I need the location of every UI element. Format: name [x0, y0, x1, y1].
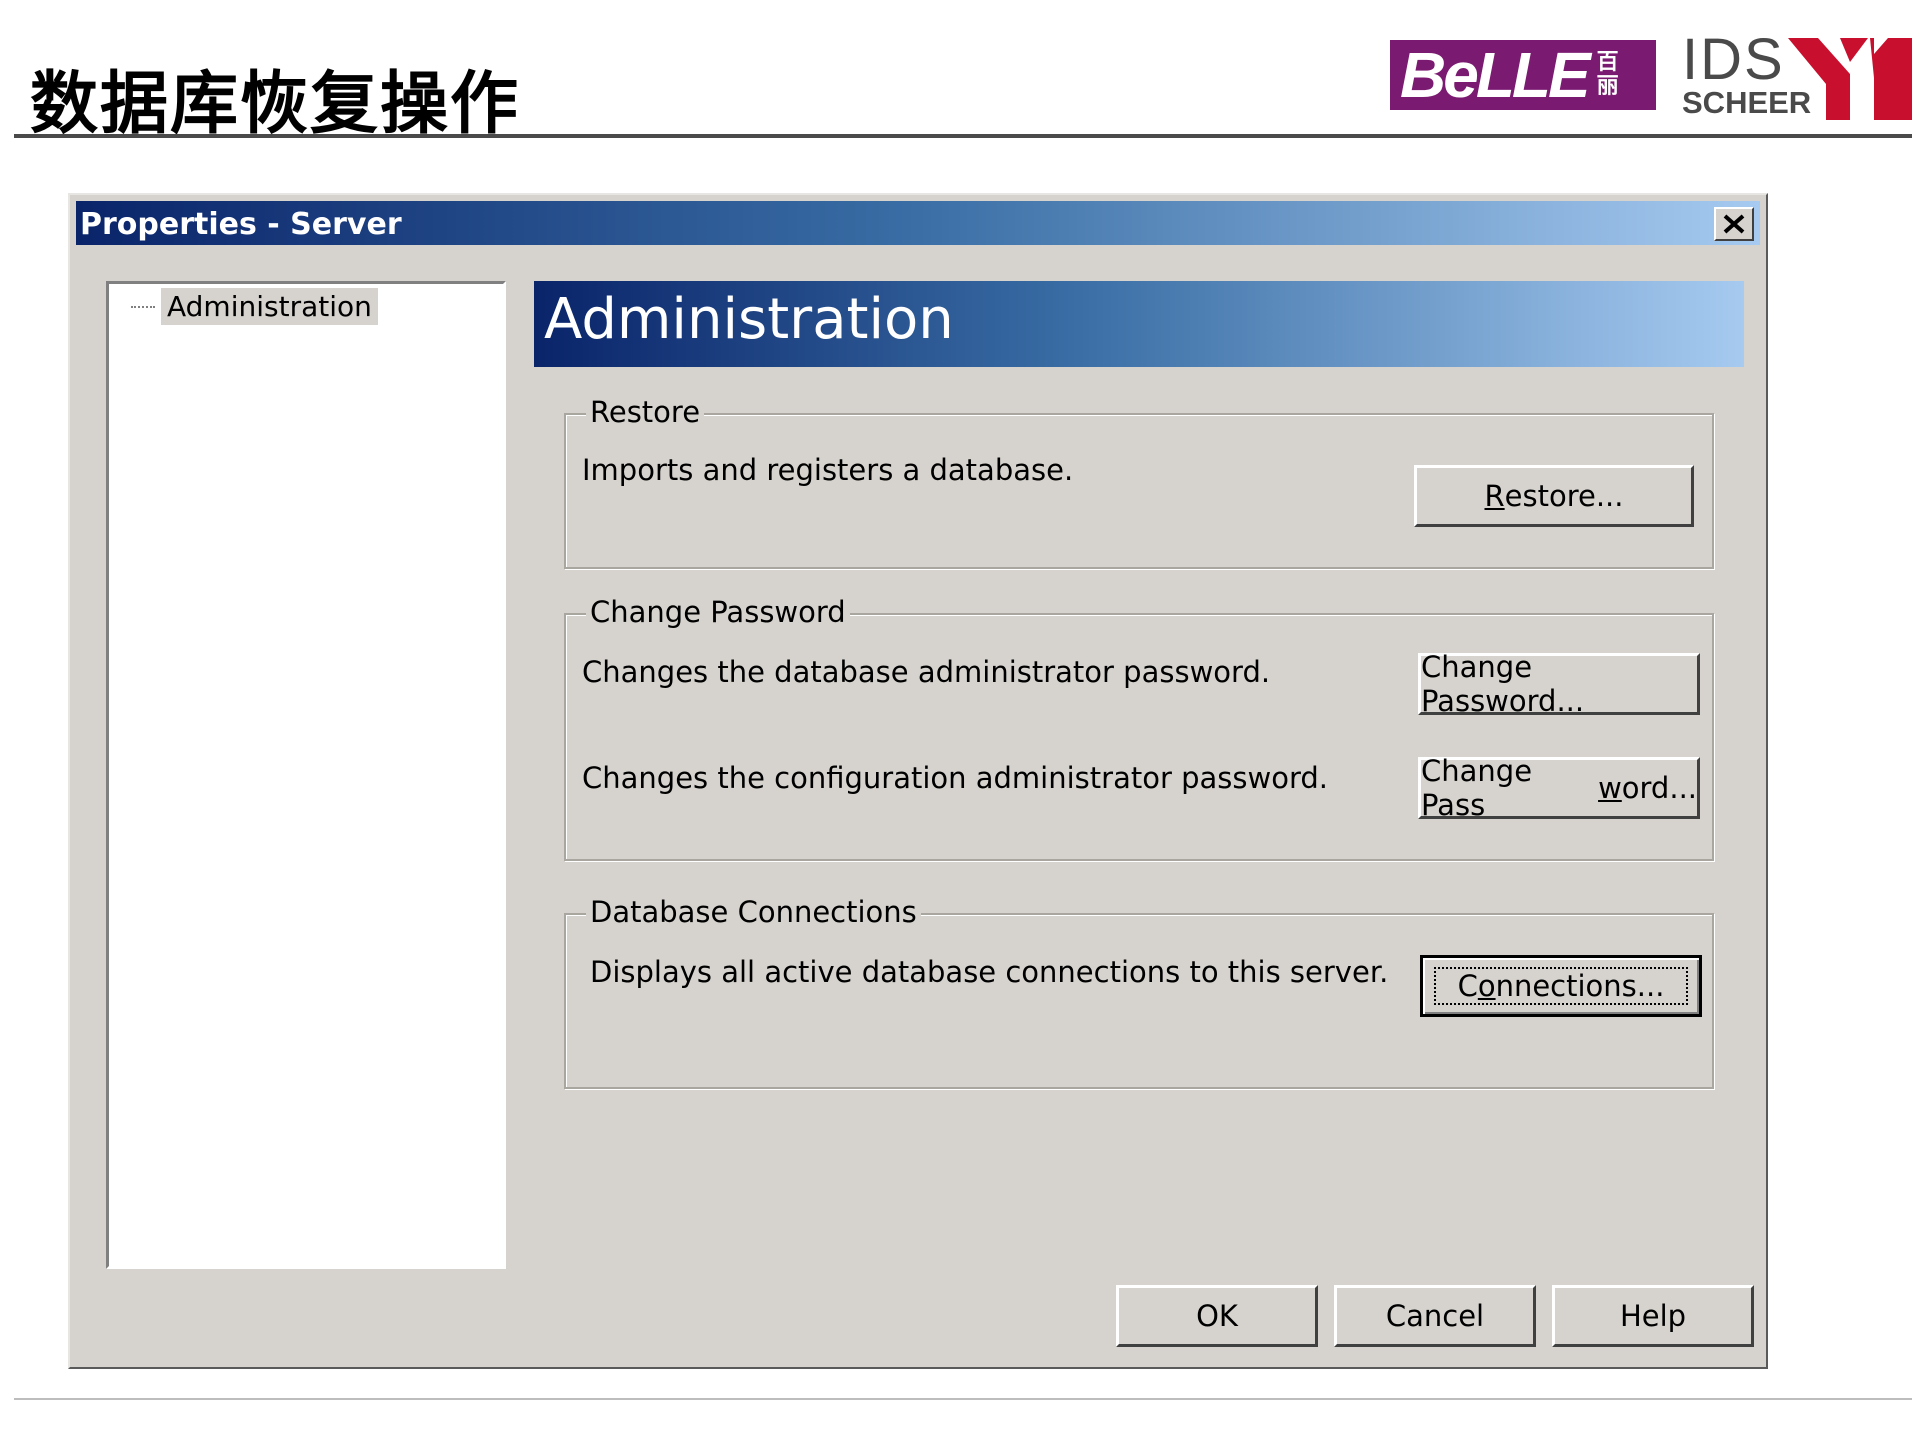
close-button[interactable] — [1714, 207, 1754, 241]
dialog-title: Properties - Server — [80, 207, 402, 242]
change-db-admin-password-button[interactable]: Change Password... — [1418, 650, 1700, 718]
connections-focus-rect: Connections... — [1433, 967, 1689, 1005]
restore-button[interactable]: Restore... — [1414, 465, 1694, 527]
connections-button-mnemonic: o — [1477, 969, 1496, 1003]
database-connections-group: Database Connections Displays all active… — [564, 895, 1714, 1089]
panel-header: Administration — [534, 281, 1744, 367]
connections-button[interactable]: Connections... — [1420, 955, 1702, 1017]
help-button[interactable]: Help — [1552, 1285, 1754, 1347]
restore-button-label: estore... — [1504, 479, 1624, 513]
database-connections-group-label: Database Connections — [586, 895, 921, 929]
header-divider — [14, 134, 1912, 138]
ids-logo-text: IDS — [1682, 27, 1785, 92]
restore-group-label: Restore — [586, 395, 705, 429]
belle-logo: BeLLE 百丽 — [1390, 39, 1656, 111]
dialog-titlebar[interactable]: Properties - Server — [76, 201, 1760, 245]
belle-logo-text: BeLLE — [1400, 39, 1591, 111]
config-password-button-prefix: Change Pass — [1421, 754, 1533, 822]
close-icon — [1723, 214, 1745, 234]
cancel-button[interactable]: Cancel — [1334, 1285, 1536, 1347]
connections-button-suffix: nnections... — [1495, 969, 1665, 1003]
config-admin-password-description: Changes the configuration administrator … — [582, 761, 1328, 795]
change-password-group-label: Change Password — [586, 595, 850, 629]
restore-button-mnemonic: R — [1484, 479, 1505, 513]
slide-title: 数据库恢复操作 — [30, 65, 521, 144]
connections-description: Displays all active database connections… — [590, 955, 1389, 989]
change-config-admin-password-button[interactable]: Change Pass w ord... — [1418, 754, 1700, 822]
properties-dialog: Properties - Server Administration Admin… — [68, 193, 1768, 1369]
panel-title: Administration — [544, 287, 954, 352]
config-password-button-mnemonic: w — [1598, 771, 1622, 805]
restore-group: Restore Imports and registers a database… — [564, 395, 1714, 569]
footer-divider — [14, 1398, 1912, 1400]
ids-scheer-logo: IDS SCHEER — [1682, 30, 1912, 120]
ids-y-mark-icon — [1788, 38, 1912, 120]
connections-button-prefix: C — [1457, 969, 1478, 1003]
tree-connector — [131, 306, 155, 308]
config-password-button-suffix: ord... — [1621, 771, 1697, 805]
navigation-tree[interactable]: Administration — [106, 281, 506, 1269]
db-admin-password-description: Changes the database administrator passw… — [582, 655, 1271, 689]
tree-item-administration[interactable]: Administration — [161, 288, 378, 325]
belle-logo-chinese: 百丽 — [1596, 50, 1619, 99]
restore-description: Imports and registers a database. — [582, 453, 1074, 487]
ok-button[interactable]: OK — [1116, 1285, 1318, 1347]
change-password-group: Change Password Changes the database adm… — [564, 595, 1714, 861]
